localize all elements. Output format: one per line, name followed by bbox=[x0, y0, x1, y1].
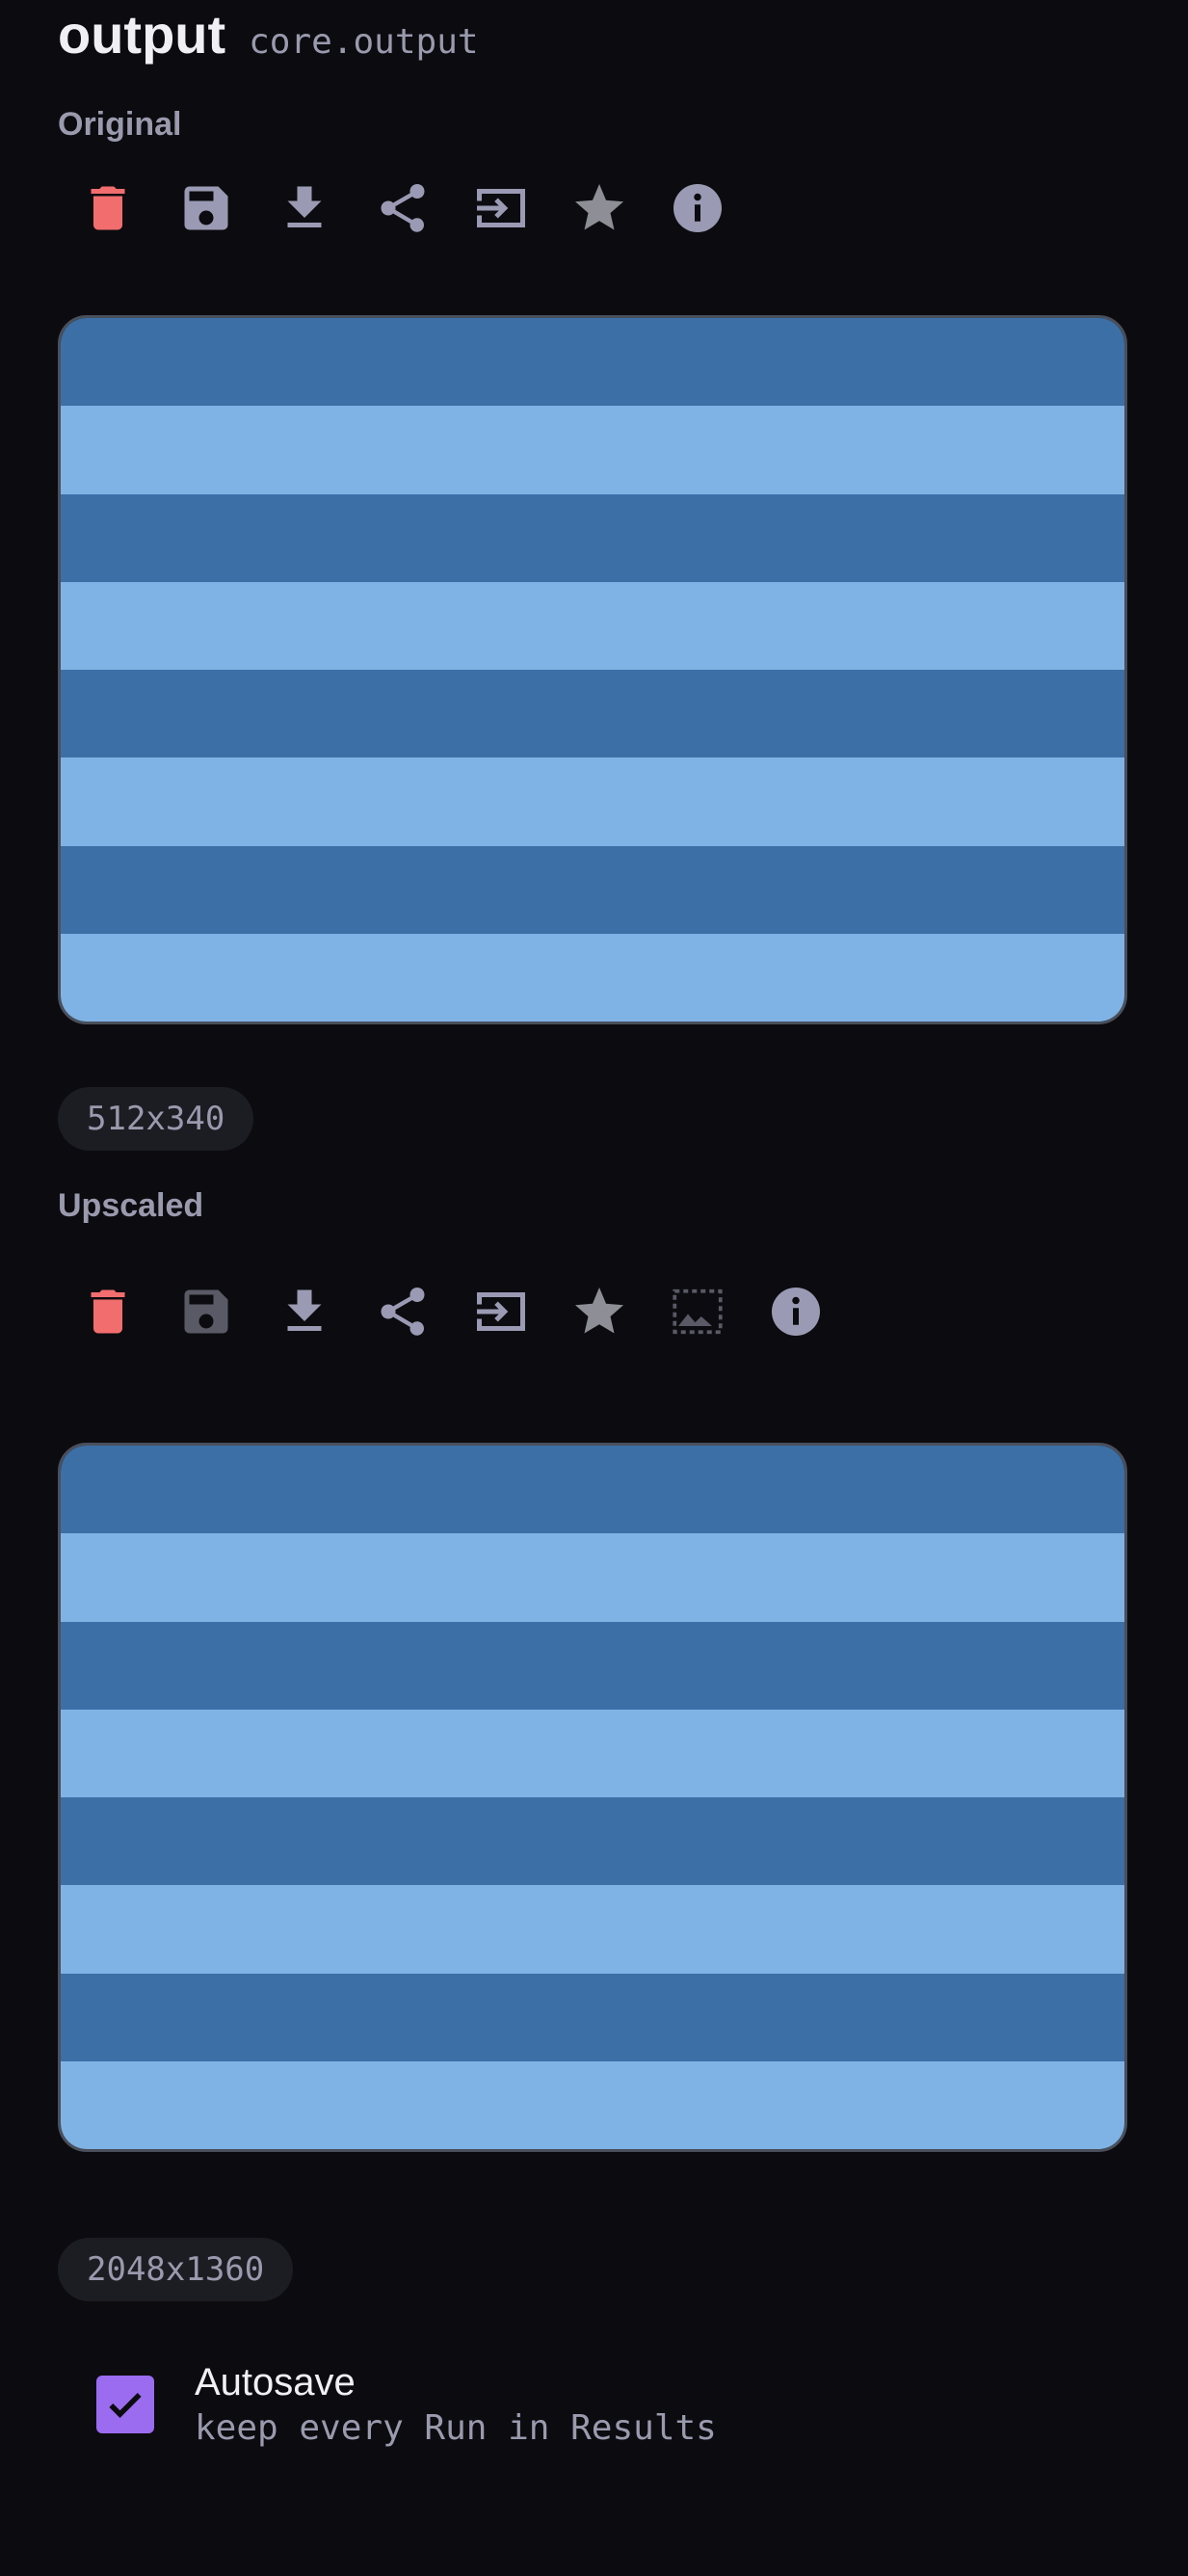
download-icon bbox=[287, 1289, 322, 1331]
star-icon bbox=[575, 1288, 623, 1334]
autosave-hint: keep every Run in Results bbox=[195, 2408, 717, 2448]
upscaled-section-label: Upscaled bbox=[58, 1187, 204, 1224]
upscaled-favorite-button[interactable] bbox=[567, 1279, 632, 1344]
image-stripe bbox=[61, 318, 1124, 407]
info-icon bbox=[673, 184, 722, 232]
original-dimensions-badge: 512x340 bbox=[58, 1087, 254, 1151]
image-stripe bbox=[61, 1621, 1124, 1710]
original-section-label: Original bbox=[58, 106, 182, 143]
original-send-to-button[interactable] bbox=[468, 175, 534, 241]
send-to-icon bbox=[477, 1292, 525, 1331]
image-stripe bbox=[61, 406, 1124, 494]
node-header: output core.output bbox=[58, 0, 479, 69]
crop-icon bbox=[673, 1288, 723, 1335]
save-icon bbox=[184, 1289, 228, 1334]
upscaled-delete-button[interactable] bbox=[75, 1279, 141, 1344]
upscaled-share-button[interactable] bbox=[370, 1279, 436, 1344]
image-stripe bbox=[61, 581, 1124, 670]
autosave-checkbox[interactable] bbox=[96, 2376, 154, 2433]
original-toolbar bbox=[75, 175, 730, 241]
image-stripe bbox=[61, 1709, 1124, 1797]
original-favorite-button[interactable] bbox=[567, 175, 632, 241]
save-icon bbox=[184, 186, 228, 230]
download-icon bbox=[287, 186, 322, 227]
original-share-button[interactable] bbox=[370, 175, 436, 241]
image-stripe bbox=[61, 493, 1124, 582]
star-icon bbox=[575, 184, 623, 230]
output-node-panel: output core.output Original 512x340 Upsc… bbox=[0, 0, 1188, 2576]
trash-icon bbox=[91, 186, 125, 230]
image-stripe bbox=[61, 1973, 1124, 2061]
original-delete-button[interactable] bbox=[75, 175, 141, 241]
original-image-preview[interactable] bbox=[58, 315, 1127, 1024]
node-title: output bbox=[58, 4, 226, 65]
upscaled-send-to-button[interactable] bbox=[468, 1279, 534, 1344]
upscaled-save-button[interactable] bbox=[173, 1279, 239, 1344]
image-stripe bbox=[61, 1885, 1124, 1974]
image-stripe bbox=[61, 845, 1124, 934]
autosave-label: Autosave bbox=[195, 2361, 356, 2403]
image-stripe bbox=[61, 670, 1124, 758]
image-stripe bbox=[61, 933, 1124, 1022]
autosave-option: Autosave keep every Run in Results bbox=[96, 2361, 717, 2448]
image-stripe bbox=[61, 1446, 1124, 1534]
autosave-text: Autosave keep every Run in Results bbox=[195, 2361, 717, 2448]
original-info-button[interactable] bbox=[665, 175, 730, 241]
original-download-button[interactable] bbox=[272, 175, 337, 241]
image-stripe bbox=[61, 2060, 1124, 2149]
upscaled-download-button[interactable] bbox=[272, 1279, 337, 1344]
upscaled-crop-button[interactable] bbox=[665, 1279, 730, 1344]
checkmark-icon bbox=[109, 2392, 142, 2418]
node-id: core.output bbox=[249, 22, 479, 62]
share-icon bbox=[381, 184, 425, 232]
send-to-icon bbox=[477, 189, 525, 227]
original-save-button[interactable] bbox=[173, 175, 239, 241]
image-stripe bbox=[61, 757, 1124, 846]
upscaled-info-button[interactable] bbox=[763, 1279, 829, 1344]
share-icon bbox=[381, 1288, 425, 1336]
image-stripe bbox=[61, 1533, 1124, 1622]
image-stripe bbox=[61, 1797, 1124, 1886]
upscaled-toolbar bbox=[75, 1279, 829, 1344]
trash-icon bbox=[91, 1289, 125, 1334]
upscaled-dimensions-badge: 2048x1360 bbox=[58, 2238, 294, 2301]
info-icon bbox=[772, 1288, 820, 1336]
upscaled-image-preview[interactable] bbox=[58, 1443, 1127, 2152]
